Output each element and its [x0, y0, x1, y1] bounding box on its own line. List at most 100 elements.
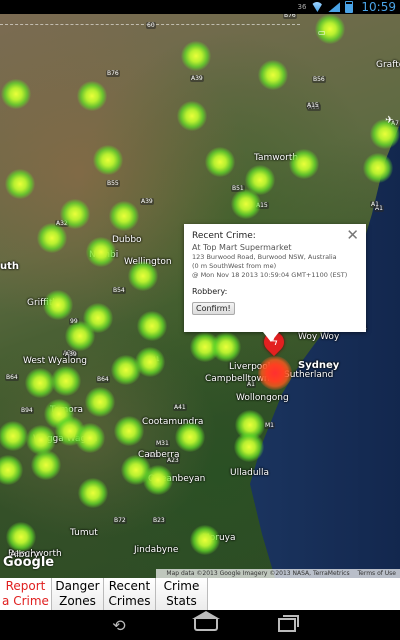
tab-label-line2: Stats — [166, 594, 197, 608]
road-label: B64 — [96, 376, 110, 383]
terms-link[interactable]: Terms of Use — [358, 570, 396, 577]
map-attribution: Map data ©2013 Google Imagery ©2013 NASA… — [156, 569, 400, 578]
recent-apps-icon[interactable] — [278, 615, 299, 632]
road-label: B64 — [5, 374, 19, 381]
crime-heat-spot — [5, 169, 35, 199]
crime-heat-spot — [231, 189, 261, 219]
place-label: Jindabyne — [134, 545, 179, 555]
popup-address: 123 Burwood Road, Burwood NSW, Australia — [192, 253, 337, 261]
crime-heat-spot — [121, 455, 151, 485]
crime-heat-spot — [77, 81, 107, 111]
crime-heat-spot — [1, 79, 31, 109]
back-icon[interactable]: ⟲ — [104, 616, 134, 635]
road-label: A1 — [370, 201, 380, 208]
road-label: B23 — [152, 517, 166, 524]
crime-heat-spot — [181, 41, 211, 71]
popup-crime-type: Robbery: — [192, 287, 228, 296]
crime-heat-spot — [51, 366, 81, 396]
tab-label-line1: Report — [5, 579, 46, 593]
crime-heat-spot — [135, 347, 165, 377]
crime-heat-spot — [128, 261, 158, 291]
crime-heat-spot — [0, 455, 23, 485]
tab-crime-stats[interactable]: Crime Stats — [156, 578, 208, 610]
attribution-text: Map data ©2013 Google Imagery ©2013 NASA… — [166, 570, 350, 577]
crime-heat-spot — [86, 237, 116, 267]
close-icon[interactable]: ✕ — [346, 228, 359, 243]
crime-heat-spot — [205, 147, 235, 177]
tab-recent-crimes[interactable]: Recent Crimes — [104, 578, 156, 610]
tab-report-crime[interactable]: Report a Crime — [0, 578, 52, 610]
road-label: A39 — [190, 75, 204, 82]
tab-label-line2: Crimes — [108, 594, 151, 608]
confirm-button[interactable]: Confirm! — [192, 302, 235, 315]
road-label: A39 — [140, 198, 154, 205]
road-label: B94 — [20, 407, 34, 414]
crime-heat-spot — [258, 60, 288, 90]
road-label: M1 — [264, 422, 275, 429]
road-label: B76 — [283, 14, 297, 19]
road-label: 60 — [146, 22, 156, 29]
road-label: B56 — [312, 76, 326, 83]
crime-heat-spot — [6, 522, 36, 552]
status-bar: 36 10:59 — [0, 0, 400, 14]
crime-info-popup[interactable]: ✕ Recent Crime: At Top Mart Supermarket … — [184, 224, 366, 332]
crime-heat-spot — [363, 153, 393, 183]
crime-heat-spot — [93, 145, 123, 175]
road-label: B55 — [106, 180, 120, 187]
place-label: Woy Woy — [298, 332, 340, 342]
road-label: A15 — [306, 102, 320, 109]
crime-heat-spot — [0, 421, 28, 451]
road-label: M31 — [155, 440, 170, 447]
road-label: B54 — [112, 287, 126, 294]
road-label: B72 — [113, 517, 127, 524]
road-label: A41 — [173, 404, 187, 411]
battery-icon — [345, 1, 354, 13]
popup-place: At Top Mart Supermarket — [192, 243, 292, 252]
crime-heat-spot — [114, 416, 144, 446]
popup-pointer — [263, 332, 279, 342]
clock: 10:59 — [361, 0, 396, 14]
tab-label-line2: a Crime — [2, 594, 49, 608]
crime-heat-spot — [211, 332, 241, 362]
place-label: Grafton — [376, 60, 400, 70]
road-label: B76 — [106, 70, 120, 77]
google-logo: Google — [3, 555, 55, 570]
place-label: Ulladulla — [230, 468, 270, 478]
crime-heat-spot — [289, 149, 319, 179]
crime-heat-spot — [25, 368, 55, 398]
place-label: West Wyalong — [23, 356, 87, 366]
scale-marker: ▭ — [318, 28, 326, 37]
crime-heat-spot — [60, 199, 90, 229]
signal-icon — [328, 2, 341, 12]
crime-heat-spot — [177, 101, 207, 131]
place-label: Tumut — [70, 528, 98, 538]
tab-label-line1: Danger — [55, 579, 100, 593]
system-nav-bar: ⟲ — [0, 610, 400, 640]
home-icon[interactable] — [192, 611, 220, 631]
map-location-icon[interactable]: ✈ — [385, 115, 393, 126]
crime-heat-spot — [31, 450, 61, 480]
tab-label-line2: Zones — [59, 594, 96, 608]
popup-time: @ Mon Nov 18 2013 10:59:04 GMT+1100 (EST… — [192, 271, 348, 279]
crime-heat-spot — [190, 525, 220, 555]
tab-label-line1: Crime — [163, 579, 200, 593]
wifi-icon — [311, 2, 324, 12]
crime-heat-spot — [65, 321, 95, 351]
tab-label-line1: Recent — [108, 579, 151, 593]
popup-distance: (0 m SouthWest from me) — [192, 262, 277, 270]
popup-title: Recent Crime: — [192, 231, 256, 241]
place-label: uth — [0, 261, 20, 272]
crime-heat-spot — [78, 478, 108, 508]
notification-count: 36 — [297, 3, 307, 11]
tab-danger-zones[interactable]: Danger Zones — [52, 578, 104, 610]
place-label: Wollongong — [236, 393, 289, 403]
crime-heat-spot — [109, 201, 139, 231]
crime-hotspot — [258, 356, 292, 390]
crime-heat-spot — [43, 290, 73, 320]
crime-heat-spot — [75, 423, 105, 453]
bottom-tab-bar: Report a Crime Danger Zones Recent Crime… — [0, 578, 400, 610]
crime-heat-spot — [175, 422, 205, 452]
crime-heat-spot — [37, 223, 67, 253]
place-label: Dubbo — [112, 235, 142, 245]
crime-heat-spot — [137, 311, 167, 341]
